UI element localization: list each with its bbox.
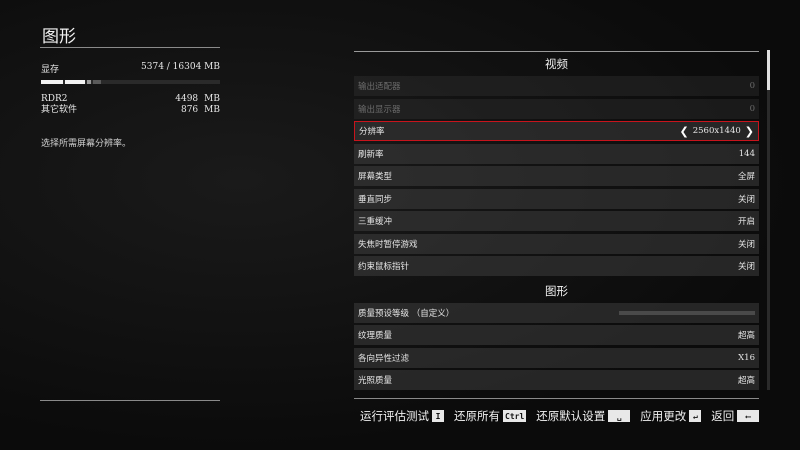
vram-row-rdr2: RDR2 4498 MB [41, 94, 220, 105]
vram-usage-bar [41, 80, 220, 84]
option-label: 输出显示器 [358, 104, 401, 115]
action-label: 还原所有 [454, 409, 500, 423]
option-value: X16 [738, 352, 755, 363]
option-label: 光照质量 [358, 376, 393, 386]
option-label: 刷新率 [358, 149, 384, 160]
vram-row-value: 4498 [175, 94, 199, 104]
option-label: 输出适配器 [358, 82, 401, 92]
key-space-icon: ␣ [608, 410, 631, 422]
section-title-graphics: 图形 [545, 283, 568, 298]
option-value: 关闭 [737, 262, 755, 272]
option-description: 选择所需屏幕分辨率。 [41, 139, 132, 149]
vram-row-other: 其它软件 876 MB [41, 105, 220, 116]
option-value: 全屏 [737, 172, 755, 182]
action-label: 运行评估测试 [360, 409, 429, 423]
settings-panel: 视频 输出适配器 0 输出显示器 0 分辨率 ❮ 2560x1440 ❯ 刷新率… [354, 52, 759, 393]
vram-row-label: 其它软件 [41, 105, 78, 115]
scrollbar-thumb[interactable] [767, 50, 770, 90]
option-texture-quality[interactable]: 纹理质量 超高 [354, 325, 759, 345]
option-value: 超高 [737, 331, 755, 341]
vram-seg-rest [93, 80, 101, 84]
action-label: 应用更改 [640, 409, 687, 423]
option-value: 0 [749, 103, 755, 114]
vram-row-value-group: 4498 MB [175, 94, 220, 105]
back-button[interactable]: 返回 ⟵ [711, 408, 760, 424]
run-benchmark-button[interactable]: 运行评估测试 I [360, 408, 444, 424]
option-value: 超高 [737, 376, 755, 386]
option-value: 关闭 [737, 194, 755, 205]
panel-bottom-divider [354, 398, 759, 399]
vram-seg-other [87, 80, 91, 84]
vram-label: 显存 [41, 65, 60, 75]
option-label: 三重缓冲 [358, 217, 393, 227]
option-constrain-mouse[interactable]: 约束鼠标指针 关闭 [354, 256, 759, 276]
key-enter-icon: ↵ [689, 410, 702, 422]
option-anisotropic-filtering[interactable]: 各向异性过滤 X16 [354, 347, 759, 368]
section-title-video: 视频 [545, 57, 568, 71]
action-label: 还原默认设置 [536, 409, 606, 423]
vram-seg-rdr2-a [41, 80, 63, 84]
option-quality-preset[interactable]: 质量预设等级 （自定义） [354, 302, 759, 323]
left-bottom-divider [40, 400, 220, 401]
option-pause-on-focus-loss[interactable]: 失焦时暂停游戏 关闭 [354, 233, 759, 254]
page-title: 图形 [42, 27, 76, 47]
option-label: 各向异性过滤 [358, 353, 410, 364]
vram-row-unit: MB [204, 105, 220, 115]
vram-row-value: 876 [180, 105, 199, 115]
option-label: 垂直同步 [358, 194, 393, 205]
chevron-right-icon[interactable]: ❯ [745, 125, 754, 138]
scrollbar[interactable] [767, 50, 770, 390]
option-lighting-quality[interactable]: 光照质量 超高 [354, 370, 759, 390]
chevron-left-icon[interactable]: ❮ [680, 125, 689, 138]
footer-actions: 运行评估测试 I 还原所有 Ctrl 还原默认设置 ␣ 应用更改 ↵ 返回 ⟵ [360, 408, 769, 424]
vram-seg-rdr2-b [65, 80, 85, 84]
option-refresh-rate[interactable]: 刷新率 144 [354, 143, 759, 164]
option-label: 屏幕类型 [358, 172, 393, 182]
vram-row-value-group: 876 MB [181, 105, 220, 116]
vram-row-unit: MB [204, 94, 220, 104]
key-ctrl-icon: Ctrl [503, 410, 527, 422]
action-label: 返回 [711, 409, 735, 423]
option-vsync[interactable]: 垂直同步 关闭 [354, 188, 759, 209]
resolution-selector: ❮ 2560x1440 ❯ [680, 125, 755, 138]
vram-row-label: RDR2 [41, 94, 68, 104]
option-triple-buffering[interactable]: 三重缓冲 开启 [354, 211, 759, 231]
option-value: 开启 [737, 217, 755, 227]
option-label: 分辨率 [359, 127, 385, 137]
vram-breakdown: RDR2 4498 MB 其它软件 876 MB [41, 94, 220, 116]
option-output-monitor: 输出显示器 0 [354, 98, 759, 119]
option-value: 144 [738, 148, 755, 159]
vram-header: 显存 5374 / 16304 MB [41, 62, 220, 75]
option-value: 关闭 [737, 239, 755, 250]
option-label: 质量预设等级 （自定义） [358, 308, 455, 319]
vram-usage: 5374 / 16304 MB [141, 62, 220, 72]
key-backspace-icon: ⟵ [737, 410, 760, 422]
option-label: 纹理质量 [358, 331, 393, 341]
option-resolution[interactable]: 分辨率 ❮ 2560x1440 ❯ [354, 121, 759, 141]
option-value: 2560x1440 [692, 126, 741, 136]
apply-changes-button[interactable]: 应用更改 ↵ [640, 408, 702, 424]
key-i-icon: I [432, 410, 444, 422]
quality-preset-slider[interactable] [619, 310, 755, 315]
option-screen-type[interactable]: 屏幕类型 全屏 [354, 166, 759, 186]
title-divider [40, 47, 220, 48]
restore-defaults-button[interactable]: 还原默认设置 ␣ [536, 408, 631, 424]
option-output-adapter: 输出适配器 0 [354, 76, 759, 96]
option-label: 约束鼠标指针 [358, 262, 410, 272]
option-value: 0 [749, 81, 755, 91]
option-label: 失焦时暂停游戏 [358, 239, 418, 250]
restore-all-button[interactable]: 还原所有 Ctrl [454, 408, 527, 424]
